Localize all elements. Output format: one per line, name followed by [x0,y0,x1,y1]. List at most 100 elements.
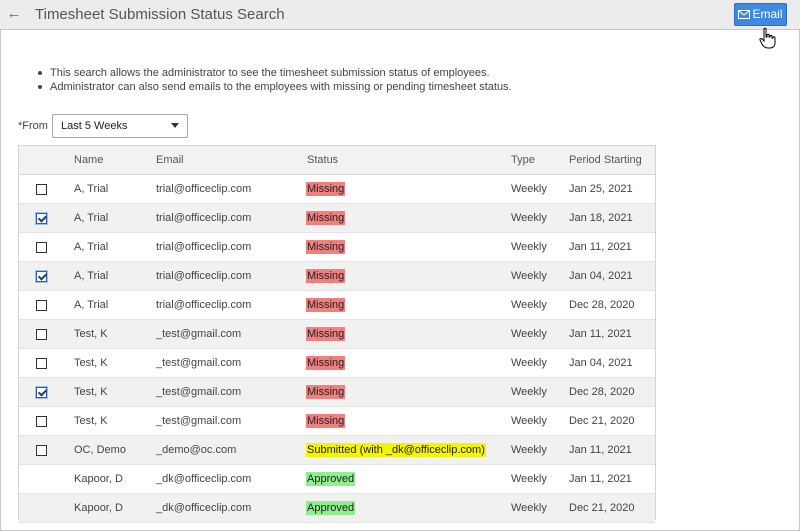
row-type: Weekly [511,444,547,456]
from-select-value: Last 5 Weeks [61,120,128,132]
row-email: _test@gmail.com [156,357,242,369]
row-name: A, Trial [74,183,109,195]
row-type: Weekly [511,386,547,398]
row-period-starting: Dec 28, 2020 [569,386,635,398]
row-checkbox[interactable] [36,300,47,311]
row-period-starting: Jan 11, 2021 [569,473,632,485]
row-type: Weekly [511,270,547,282]
column-header-period-starting[interactable]: Period Starting [569,154,642,166]
row-email: _dk@officeclip.com [156,473,252,485]
row-period-starting: Jan 04, 2021 [569,357,633,369]
status-badge: Missing [306,414,346,428]
row-name: A, Trial [74,241,109,253]
row-checkbox[interactable] [36,416,47,427]
table-row[interactable]: A, Trial trial@officeclip.com Missing Weekl… [19,291,655,320]
info-item: Administrator can also send emails to th… [36,80,512,94]
page-title: Timesheet Submission Status Search [35,6,285,23]
status-badge: Missing [306,356,346,370]
status-badge: Missing [306,269,346,283]
row-name: Test, K [74,357,108,369]
row-email: _dk@officeclip.com [156,502,252,514]
status-badge: Approved [306,501,356,515]
row-period-starting: Dec 21, 2020 [569,502,635,514]
row-period-starting: Jan 11, 2021 [569,328,632,340]
chevron-down-icon [171,123,179,128]
status-badge: Submitted (with _dk@officeclip.com) [306,443,486,457]
row-email: _demo@oc.com [156,444,237,456]
table-row[interactable]: Test, K _test@gmail.com Missing Weekly Jan 0… [19,349,655,378]
row-checkbox[interactable] [36,358,47,369]
row-email: _test@gmail.com [156,386,242,398]
row-type: Weekly [511,212,547,224]
row-checkbox[interactable] [36,329,47,340]
row-name: A, Trial [74,212,109,224]
back-arrow-icon[interactable]: ← [6,5,22,23]
table-row[interactable]: Kapoor, D _dk@officeclip.com Approved Weekl… [19,465,655,494]
row-type: Weekly [511,473,547,485]
table-header: Name Email Status Type Period Starting [19,146,655,175]
row-name: A, Trial [74,270,109,282]
column-header-status[interactable]: Status [307,154,338,166]
status-badge: Missing [306,385,346,399]
column-header-name[interactable]: Name [74,154,103,166]
column-header-email[interactable]: Email [156,154,184,166]
row-email: _test@gmail.com [156,328,242,340]
table-row[interactable]: OC, Demo _demo@oc.com Submitted (with _dk@… [19,436,655,465]
row-email: _test@gmail.com [156,415,242,427]
row-name: A, Trial [74,299,109,311]
table-row[interactable]: A, Trial trial@officeclip.com Missing Weekl… [19,233,655,262]
status-table: Name Email Status Type Period Starting A… [18,145,656,523]
row-period-starting: Jan 25, 2021 [569,183,633,195]
row-checkbox[interactable] [35,386,48,399]
table-row[interactable]: A, Trial trial@officeclip.com Missing Weekl… [19,175,655,204]
row-email: trial@officeclip.com [156,212,252,224]
status-badge: Missing [306,240,346,254]
row-period-starting: Dec 28, 2020 [569,299,635,311]
envelope-icon [738,5,751,26]
info-item: This search allows the administrator to … [36,66,512,80]
table-row[interactable]: A, Trial trial@officeclip.com Missing Weekl… [19,262,655,291]
row-checkbox[interactable] [35,212,48,225]
row-name: Test, K [74,415,108,427]
row-email: trial@officeclip.com [156,183,252,195]
row-period-starting: Jan 11, 2021 [569,444,632,456]
row-type: Weekly [511,328,547,340]
row-checkbox[interactable] [36,184,47,195]
status-badge: Missing [306,298,346,312]
row-period-starting: Jan 18, 2021 [569,212,633,224]
row-type: Weekly [511,415,547,427]
row-checkbox[interactable] [36,242,47,253]
email-button-label: Email [752,7,783,21]
row-type: Weekly [511,357,547,369]
table-row[interactable]: A, Trial trial@officeclip.com Missing Weekl… [19,204,655,233]
row-period-starting: Jan 04, 2021 [569,270,633,282]
row-email: trial@officeclip.com [156,270,252,282]
row-type: Weekly [511,502,547,514]
table-row[interactable]: Kapoor, D _dk@officeclip.com Approved Weekl… [19,494,655,523]
status-badge: Missing [306,211,346,225]
table-row[interactable]: Test, K _test@gmail.com Missing Weekly Jan 1… [19,320,655,349]
info-list: This search allows the administrator to … [36,66,512,94]
row-period-starting: Dec 21, 2020 [569,415,635,427]
row-name: Kapoor, D [74,473,123,485]
row-checkbox[interactable] [36,445,47,456]
status-badge: Approved [306,472,356,486]
table-row[interactable]: Test, K _test@gmail.com Missing Weekly Dec 2… [19,378,655,407]
from-select[interactable]: Last 5 Weeks [52,114,188,138]
row-type: Weekly [511,241,547,253]
row-email: trial@officeclip.com [156,241,252,253]
status-badge: Missing [306,182,346,196]
row-period-starting: Jan 11, 2021 [569,241,632,253]
row-name: Test, K [74,328,108,340]
row-name: OC, Demo [74,444,126,456]
row-type: Weekly [511,183,547,195]
status-badge: Missing [306,327,346,341]
row-checkbox[interactable] [35,270,48,283]
row-type: Weekly [511,299,547,311]
page-header: ← Timesheet Submission Status Search Ema… [0,0,800,30]
row-name: Test, K [74,386,108,398]
column-header-type[interactable]: Type [511,154,535,166]
table-row[interactable]: Test, K _test@gmail.com Missing Weekly Dec 2… [19,407,655,436]
row-email: trial@officeclip.com [156,299,252,311]
email-button[interactable]: Email [734,3,787,26]
